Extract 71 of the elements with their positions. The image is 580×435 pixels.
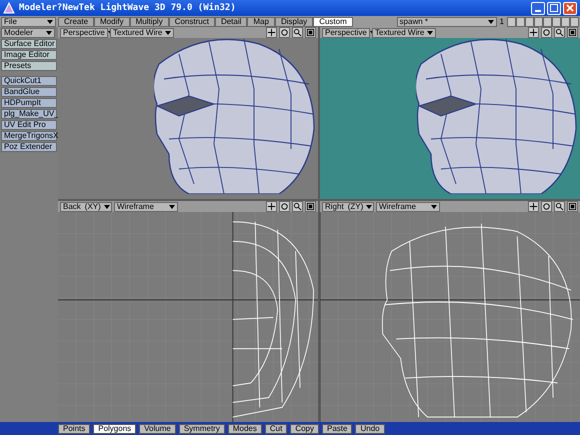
tab[interactable]: Create [58,16,94,26]
caret-icon [169,204,175,208]
maximize-button[interactable] [547,2,561,14]
tab[interactable]: Modify [94,16,130,26]
file-menu[interactable]: File [1,16,56,26]
tab[interactable]: Display [274,16,314,26]
tab[interactable]: Multiply [130,16,169,26]
minimize-button[interactable] [531,2,545,14]
render-mode-dropdown[interactable]: Textured Wire [110,28,174,38]
move-icon[interactable] [528,27,539,38]
status-button[interactable]: Paste [322,424,352,434]
close-icon [566,4,574,12]
sidebar-button[interactable]: Image Editor [1,50,57,60]
maximize-view-icon[interactable] [567,201,578,212]
layer-number: 1 [498,17,505,26]
view-dropdown[interactable]: Perspective [60,28,108,38]
sidebar-button[interactable]: MergeTrigonsX [1,131,57,141]
caret-icon [165,30,172,34]
rotate-icon[interactable] [279,27,290,38]
window-title: Modeler?NewTek LightWave 3D 79.0 (Win32) [19,3,237,13]
tab[interactable]: Construct [168,16,215,26]
maximize-view-icon[interactable] [567,27,578,38]
layer-dropdown[interactable]: spawn * [396,16,497,26]
sidebar-button[interactable]: Poz Extender [1,142,57,152]
sidebar-button[interactable]: plg_Make_UV_ [1,109,57,119]
render-mode-dropdown[interactable]: Wireframe [376,202,440,212]
caret-icon [46,31,52,35]
sidebar-button[interactable]: Surface Editor [1,39,57,49]
sidebar-button[interactable]: UV Edit Pro [1,120,57,130]
status-button[interactable]: Volume [139,424,176,434]
app-icon [3,2,15,14]
caret-icon [47,20,53,24]
rotate-icon[interactable] [279,201,290,212]
sidebar-button[interactable]: Presets [1,61,57,71]
move-icon[interactable] [528,201,539,212]
zoom-icon[interactable] [554,201,565,212]
render-mode-dropdown[interactable]: Wireframe [114,202,178,212]
close-button[interactable] [563,2,577,14]
maximize-view-icon[interactable] [305,201,316,212]
status-button[interactable]: Points [58,424,90,434]
caret-icon [427,30,434,34]
move-icon[interactable] [266,201,277,212]
view-dropdown[interactable]: Right (ZY) [322,202,374,212]
zoom-icon[interactable] [554,27,565,38]
caret-icon [104,204,110,208]
view-dropdown[interactable]: Back (XY) [60,202,112,212]
zoom-icon[interactable] [292,27,303,38]
tab[interactable]: Map [247,16,275,26]
view-dropdown[interactable]: Perspective [322,28,370,38]
sidebar-button[interactable]: QuickCut1 [1,76,57,86]
move-icon[interactable] [266,27,277,38]
status-button[interactable]: Symmetry [178,424,225,434]
caret-icon [431,204,437,208]
maximize-icon [550,4,558,12]
tab[interactable]: Custom [313,16,353,26]
modeler-menu[interactable]: Modeler [1,28,55,38]
rotate-icon[interactable] [541,27,552,38]
status-button[interactable]: Undo [355,424,385,434]
render-mode-dropdown[interactable]: Textured Wire [372,28,436,38]
sidebar-button[interactable]: HDPumpIt [1,98,57,108]
status-button[interactable]: Modes [228,424,262,434]
sidebar-button[interactable]: BandGlue [1,87,57,97]
rotate-icon[interactable] [541,201,552,212]
status-button[interactable]: Cut [264,424,288,434]
caret-icon [366,204,372,208]
tab[interactable]: Detail [214,16,248,26]
status-button[interactable]: Polygons [93,424,136,434]
zoom-icon[interactable] [292,201,303,212]
maximize-view-icon[interactable] [305,27,316,38]
status-button[interactable]: Copy [290,424,319,434]
caret-icon [488,20,494,24]
